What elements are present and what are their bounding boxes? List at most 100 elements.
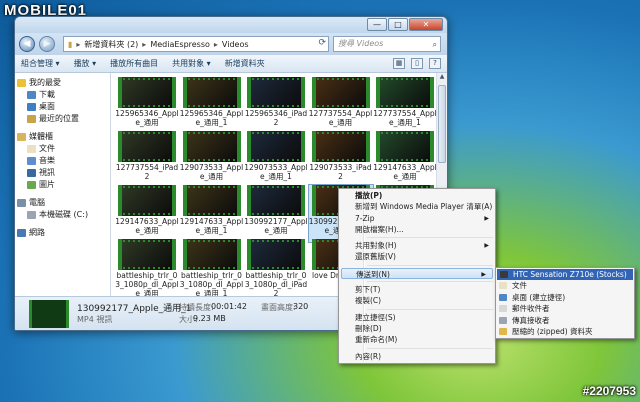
help-icon[interactable]: ? <box>429 58 441 69</box>
file-name: battleship_trlr_03_1080p_dl_Apple_通用 <box>115 271 179 296</box>
nav-favorites[interactable]: 我的最愛 <box>15 77 110 89</box>
file-name: 129073533_Apple_通用 <box>179 163 244 181</box>
search-icon: ⌕ <box>432 40 437 49</box>
file-tile[interactable]: 129073533_Apple_通用 <box>180 131 244 188</box>
play-all-button[interactable]: 播放所有曲目 <box>110 58 158 69</box>
nav-item-music[interactable]: 音樂 <box>15 155 110 167</box>
zip-folder-icon <box>499 327 507 335</box>
address-bar[interactable]: ▮ ▸ 新增資料夾 (2) ▸ MediaEspresso ▸ Videos ⟳ <box>63 36 329 52</box>
nav-item-local-disk[interactable]: 本機磁碟 (C:) <box>15 209 110 221</box>
back-icon[interactable]: ◀ <box>19 36 35 52</box>
file-name: 130992177_Apple_通用 <box>244 217 308 235</box>
phone-icon <box>500 271 508 278</box>
mail-icon <box>499 305 507 313</box>
file-tile[interactable]: 127737554_Apple_通用 <box>309 77 373 134</box>
nav-item-recent[interactable]: 最近的位置 <box>15 113 110 125</box>
organize-button[interactable]: 組合管理 ▾ <box>21 58 60 69</box>
nav-item-desktop[interactable]: 桌面 <box>15 101 110 113</box>
view-options-icon[interactable]: ▦ <box>393 58 405 69</box>
send-to-item[interactable]: HTC Sensation Z710e (Stocks) <box>497 269 633 281</box>
recent-places-icon <box>27 115 36 123</box>
file-tile[interactable]: 129147633_Apple_通用 <box>115 185 179 242</box>
video-thumbnail <box>182 185 241 216</box>
video-thumbnail <box>247 77 305 108</box>
maximize-button[interactable]: □ <box>388 18 408 31</box>
send-to-item[interactable]: 郵件收件者 <box>496 303 634 314</box>
nav-item-downloads[interactable]: 下載 <box>15 89 110 101</box>
send-to-submenu: HTC Sensation Z710e (Stocks) 文件 桌面 (建立捷徑) 郵… <box>495 267 635 340</box>
nav-libraries[interactable]: 媒體櫃 <box>15 131 110 143</box>
size-value: 9.23 MB <box>193 314 226 323</box>
file-name: 129073533_iPad2 <box>309 163 372 181</box>
fax-icon <box>499 316 507 324</box>
context-menu-item[interactable]: 共用對象(H) ▶ <box>339 240 495 251</box>
breadcrumb-segment[interactable]: Videos <box>222 40 249 49</box>
send-to-item[interactable]: 文件 <box>496 280 634 291</box>
file-tile[interactable]: battleship_trlr_03_1080p_dl_Apple_通用 <box>115 239 179 296</box>
video-thumbnail <box>182 239 241 270</box>
context-menu-item[interactable]: 剪下(T) <box>339 284 495 295</box>
context-menu-item[interactable]: 傳送到(N) ▶ <box>341 267 493 280</box>
picture-icon <box>27 181 36 189</box>
file-tile[interactable]: 129073533_Apple_通用_1 <box>244 131 308 188</box>
context-menu-item[interactable]: 複製(C) <box>339 295 495 306</box>
video-icon <box>27 169 36 177</box>
context-menu-item[interactable]: 建立捷徑(S) <box>339 312 495 323</box>
breadcrumb-segment[interactable]: MediaEspresso <box>150 40 210 49</box>
file-name: 127737554_Apple_通用 <box>308 109 373 127</box>
new-folder-button[interactable]: 新增資料夾 <box>225 58 265 69</box>
nav-item-pictures[interactable]: 圖片 <box>15 179 110 191</box>
context-menu-item[interactable]: 7-Zip ▶ <box>339 213 495 224</box>
file-tile[interactable]: 129147633_Apple_通用_1 <box>180 185 244 242</box>
nav-item-documents[interactable]: 文件 <box>15 143 110 155</box>
desktop-icon <box>499 293 507 301</box>
send-to-item[interactable]: 傳真接收者 <box>496 315 634 326</box>
search-input[interactable]: 搜尋 Videos ⌕ <box>333 36 441 52</box>
refresh-icon[interactable]: ⟳ <box>318 38 326 48</box>
context-menu-item[interactable]: 還原舊版(V) <box>339 251 495 262</box>
forward-icon[interactable]: ▶ <box>39 36 55 52</box>
file-tile[interactable]: 127737554_Apple_通用_1 <box>373 77 437 134</box>
file-tile[interactable]: 130992177_Apple_通用 <box>244 185 308 242</box>
preview-pane-icon[interactable]: ▯ <box>411 58 423 69</box>
video-thumbnail <box>118 77 176 108</box>
file-name: 125965346_Apple_通用 <box>115 109 179 127</box>
breadcrumb-segment[interactable]: 新增資料夾 (2) <box>84 39 138 50</box>
context-menu-item[interactable]: 播放(P) <box>339 190 495 201</box>
context-menu-item[interactable]: 開啟檔案(H)... <box>339 224 495 235</box>
file-tile[interactable]: 129147633_Apple_通用 <box>373 131 437 188</box>
folder-icon: ▮ <box>68 39 73 49</box>
context-menu-item[interactable]: 刪除(D) <box>339 323 495 334</box>
menu-separator <box>367 281 493 283</box>
video-thumbnail <box>247 239 305 270</box>
context-menu-item[interactable]: 新增到 Windows Media Player 清單(A) <box>339 201 495 212</box>
minimize-button[interactable]: — <box>367 18 387 31</box>
video-thumbnail <box>247 185 305 216</box>
nav-item-videos[interactable]: 視訊 <box>15 167 110 179</box>
nav-computer[interactable]: 電腦 <box>15 197 110 209</box>
address-row: ◀ ▶ ▮ ▸ 新增資料夾 (2) ▸ MediaEspresso ▸ Vide… <box>15 33 447 55</box>
send-to-item[interactable]: 桌面 (建立捷徑) <box>496 292 634 303</box>
document-icon <box>499 282 507 290</box>
share-button[interactable]: 共用對象 ▾ <box>172 58 211 69</box>
close-button[interactable]: ✕ <box>409 18 443 31</box>
file-tile[interactable]: 127737554_iPad2 <box>115 131 179 188</box>
file-tile[interactable]: battleship_trlr_03_1080p_dl_iPad2 <box>244 239 308 296</box>
file-name: 127737554_iPad2 <box>115 163 179 181</box>
file-tile[interactable]: battleship_trlr_03_1080p_dl_Apple_通用_1 <box>180 239 244 296</box>
file-name: 129073533_Apple_通用_1 <box>244 163 308 181</box>
desktop-icon <box>27 103 36 111</box>
file-tile[interactable]: 125965346_iPad2 <box>244 77 308 134</box>
file-tile[interactable]: 125965346_Apple_通用_1 <box>180 77 244 134</box>
drive-icon <box>27 211 36 219</box>
file-tile[interactable]: 129073533_iPad2 <box>309 131 373 188</box>
file-tile[interactable]: 125965346_Apple_通用 <box>115 77 179 134</box>
play-button[interactable]: 播放 ▾ <box>74 58 97 69</box>
context-menu-item[interactable]: 重新命名(M) <box>339 334 495 345</box>
duration-value: 00:01:42 <box>211 302 247 311</box>
nav-network[interactable]: 網路 <box>15 227 110 239</box>
video-thumbnail <box>376 131 434 162</box>
preview-thumbnail <box>29 300 69 328</box>
send-to-item[interactable]: 壓縮的 (zipped) 資料夾 <box>496 326 634 337</box>
context-menu-item[interactable]: 內容(R) <box>339 351 495 362</box>
